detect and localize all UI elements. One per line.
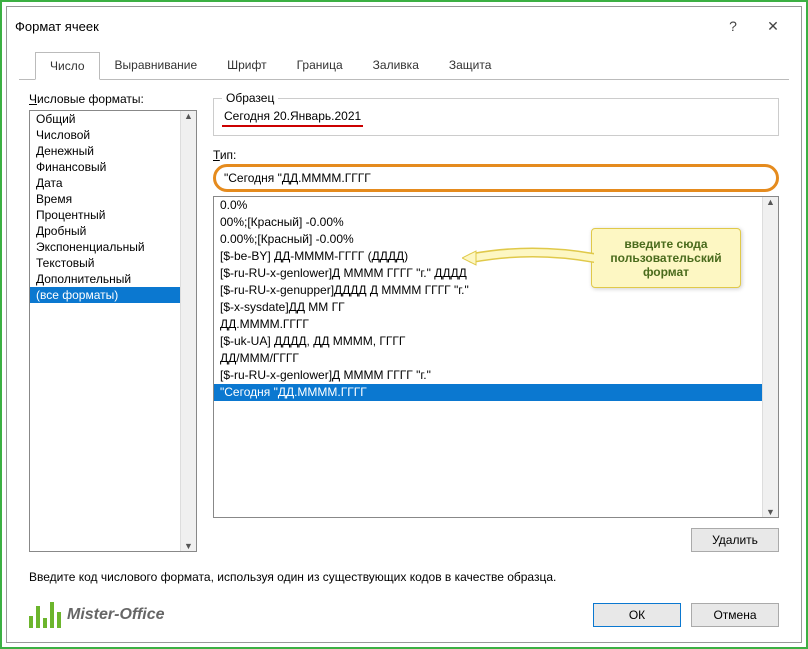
format-code-item[interactable]: [$-x-sysdate]ДД ММ ГГ bbox=[214, 299, 778, 316]
chevron-up-icon: ▲ bbox=[181, 111, 196, 121]
help-button[interactable]: ? bbox=[713, 13, 753, 39]
tab-protection[interactable]: Защита bbox=[434, 51, 507, 79]
window-title: Формат ячеек bbox=[15, 19, 713, 34]
format-category-item[interactable]: Финансовый bbox=[30, 159, 196, 175]
format-category-item[interactable]: Общий bbox=[30, 111, 196, 127]
close-icon: ✕ bbox=[767, 18, 779, 35]
hint-text: Введите код числового формата, используя… bbox=[29, 570, 779, 584]
format-category-item[interactable]: Дополнительный bbox=[30, 271, 196, 287]
tab-border[interactable]: Граница bbox=[282, 51, 358, 79]
tab-number[interactable]: Число bbox=[35, 52, 100, 80]
tabs: Число Выравнивание Шрифт Граница Заливка… bbox=[19, 45, 789, 80]
annotation-callout: введите сюда пользовательский формат bbox=[591, 228, 741, 288]
format-code-item[interactable]: "Сегодня "ДД.ММММ.ГГГГ bbox=[214, 384, 778, 401]
close-button[interactable]: ✕ bbox=[753, 13, 793, 39]
format-category-item[interactable]: (все форматы) bbox=[30, 287, 196, 303]
format-code-item[interactable]: [$-uk-UA] ДДДД, ДД ММММ, ГГГГ bbox=[214, 333, 778, 350]
format-category-list[interactable]: ▲ ▼ ОбщийЧисловойДенежныйФинансовыйДатаВ… bbox=[29, 110, 197, 552]
brand-logo: Mister-Office bbox=[29, 602, 165, 628]
logo-bars-icon bbox=[29, 602, 61, 628]
format-code-item[interactable]: ДД.ММММ.ГГГГ bbox=[214, 316, 778, 333]
scrollbar[interactable]: ▲ ▼ bbox=[762, 197, 778, 517]
type-label: Тип: bbox=[213, 148, 779, 162]
callout-arrow-icon bbox=[462, 247, 594, 269]
format-code-item[interactable]: 0.0% bbox=[214, 197, 778, 214]
footer: Mister-Office ОК Отмена bbox=[7, 594, 801, 642]
scrollbar[interactable]: ▲ ▼ bbox=[180, 111, 196, 551]
format-category-item[interactable]: Процентный bbox=[30, 207, 196, 223]
format-code-item[interactable]: [$-ru-RU-x-genlower]Д ММММ ГГГГ "г." bbox=[214, 367, 778, 384]
tab-alignment[interactable]: Выравнивание bbox=[100, 51, 213, 79]
format-cells-dialog: Формат ячеек ? ✕ Число Выравнивание Шриф… bbox=[6, 6, 802, 643]
type-input[interactable] bbox=[213, 164, 779, 192]
sample-label: Образец bbox=[222, 91, 278, 105]
ok-button[interactable]: ОК bbox=[593, 603, 681, 627]
sample-value: Сегодня 20.Январь.2021 bbox=[222, 103, 363, 127]
chevron-up-icon: ▲ bbox=[763, 197, 778, 207]
tab-font[interactable]: Шрифт bbox=[212, 51, 281, 79]
format-category-item[interactable]: Дата bbox=[30, 175, 196, 191]
delete-button[interactable]: Удалить bbox=[691, 528, 779, 552]
brand-text: Mister-Office bbox=[67, 606, 165, 624]
format-category-item[interactable]: Текстовый bbox=[30, 255, 196, 271]
format-category-item[interactable]: Время bbox=[30, 191, 196, 207]
format-category-item[interactable]: Денежный bbox=[30, 143, 196, 159]
format-code-item[interactable]: ДД/МММ/ГГГГ bbox=[214, 350, 778, 367]
format-category-item[interactable]: Экспоненциальный bbox=[30, 239, 196, 255]
number-formats-label: Числовые форматы: bbox=[29, 92, 197, 106]
chevron-down-icon: ▼ bbox=[763, 507, 778, 517]
chevron-down-icon: ▼ bbox=[181, 541, 196, 551]
format-category-item[interactable]: Дробный bbox=[30, 223, 196, 239]
cancel-button[interactable]: Отмена bbox=[691, 603, 779, 627]
tab-fill[interactable]: Заливка bbox=[358, 51, 434, 79]
format-category-item[interactable]: Числовой bbox=[30, 127, 196, 143]
sample-group: Образец Сегодня 20.Январь.2021 bbox=[213, 98, 779, 136]
titlebar: Формат ячеек ? ✕ bbox=[7, 7, 801, 45]
callout-text: введите сюда пользовательский формат bbox=[610, 237, 721, 279]
